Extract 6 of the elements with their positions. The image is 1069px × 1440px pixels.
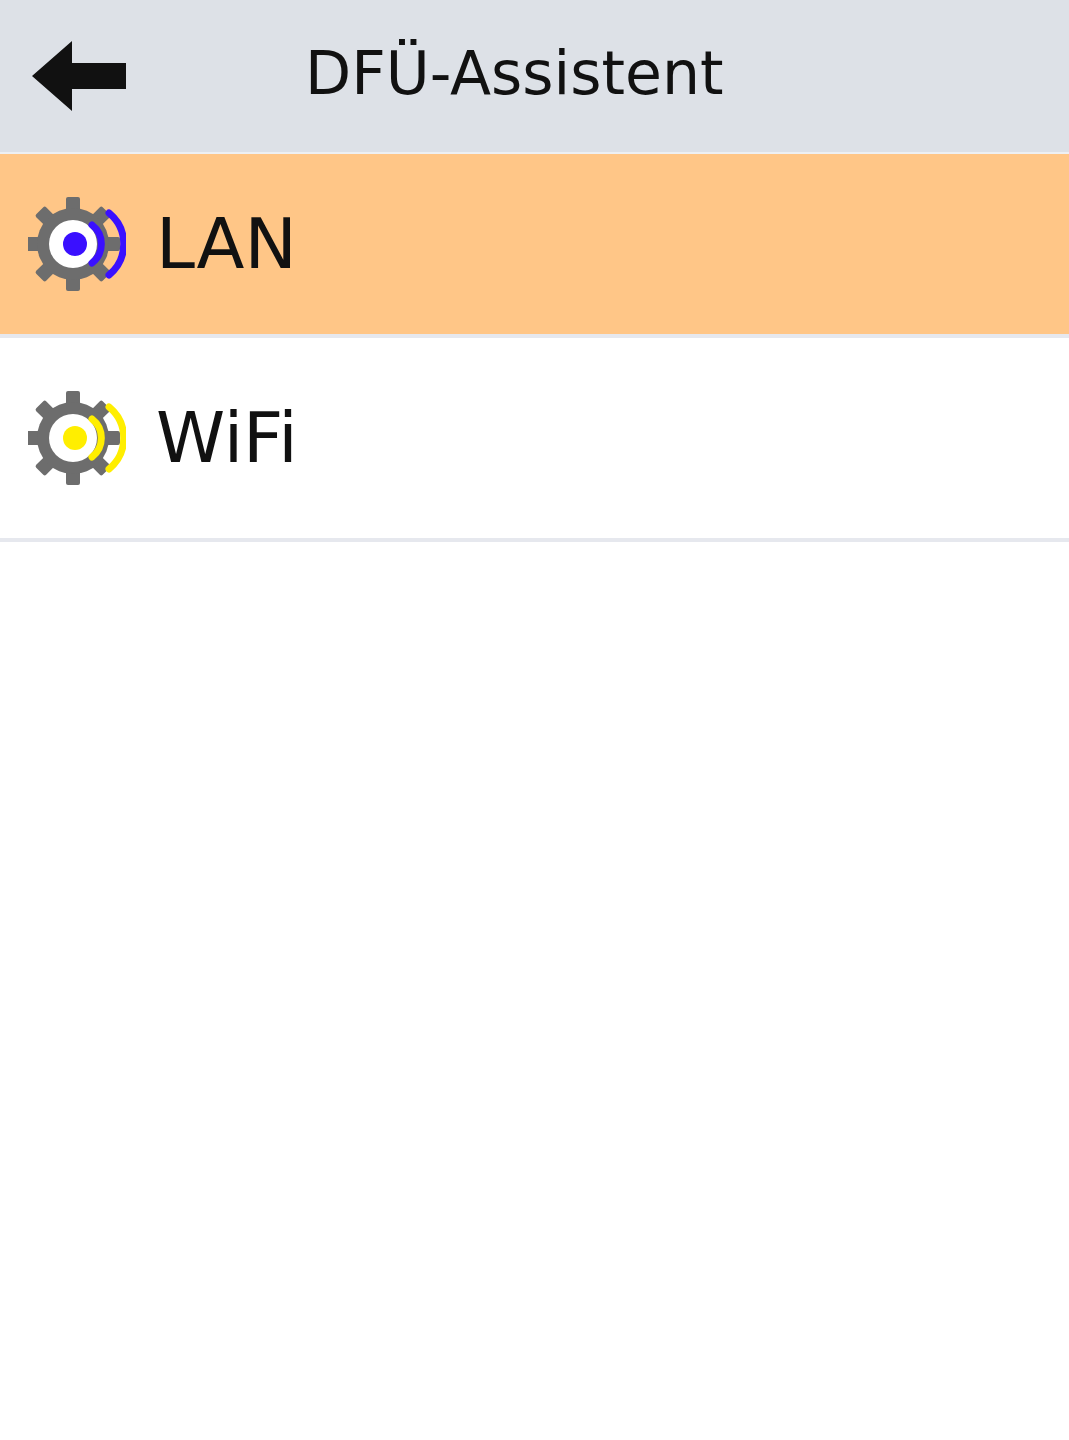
connection-label: WiFi: [156, 397, 298, 479]
screen-title: DFÜ-Assistent: [305, 38, 724, 108]
connection-list-item[interactable]: LAN: [0, 154, 1069, 338]
connection-label: LAN: [156, 203, 297, 285]
back-button[interactable]: [32, 40, 128, 112]
back-arrow-icon: [32, 41, 126, 111]
